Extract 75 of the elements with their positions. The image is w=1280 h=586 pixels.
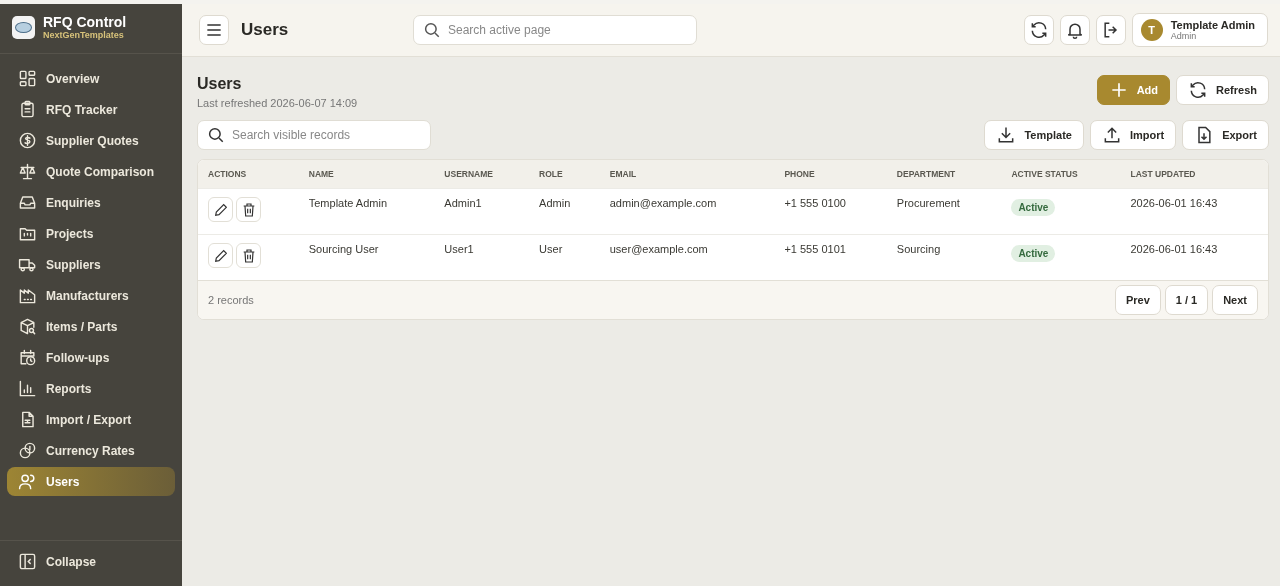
column-header: NAME <box>298 160 435 189</box>
table-cell: Admin1 <box>434 188 530 235</box>
calendar-icon <box>18 348 37 367</box>
pencil-icon <box>212 201 229 218</box>
table-cell: +1 555 0100 <box>774 188 887 235</box>
delete-button[interactable] <box>236 197 261 222</box>
dollar-icon <box>18 131 37 150</box>
grid-icon <box>18 69 37 88</box>
user-menu[interactable]: T Template Admin Admin <box>1131 13 1268 47</box>
scale-icon <box>18 162 37 181</box>
sidebar-item[interactable]: Currency Rates <box>7 436 175 465</box>
records-search-field[interactable]: Search visible records <box>197 120 431 150</box>
next-button[interactable]: Next <box>1212 285 1258 315</box>
sidebar-item[interactable]: Quote Comparison <box>7 157 175 186</box>
sidebar-item[interactable]: Supplier Quotes <box>7 126 175 155</box>
box-icon <box>18 317 37 336</box>
template-button[interactable]: Template <box>984 120 1084 150</box>
sidebar-item[interactable]: RFQ Tracker <box>7 95 175 124</box>
sidebar-item[interactable]: Items / Parts <box>7 312 175 341</box>
sidebar-item[interactable]: Enquiries <box>7 188 175 217</box>
column-header: ACTIONS <box>198 160 299 189</box>
page-title: Users <box>197 75 243 93</box>
clipboard-icon <box>18 100 37 119</box>
app-subtitle: NextGenTemplates <box>43 30 125 40</box>
sidebar-item[interactable]: Projects <box>7 219 175 248</box>
logo-icon <box>12 15 35 39</box>
inbox-icon <box>18 193 37 212</box>
status-badge: Active <box>1011 199 1056 216</box>
export-button[interactable]: Export <box>1182 120 1269 150</box>
factory-icon <box>18 286 37 305</box>
record-count: 2 records <box>208 294 254 306</box>
import-button[interactable]: Import <box>1089 120 1177 150</box>
sidebar-item[interactable]: Import / Export <box>7 405 175 434</box>
table-cell: Admin <box>529 188 600 235</box>
user-name: Template Admin <box>1170 19 1255 31</box>
edit-button[interactable] <box>208 197 233 222</box>
app-title: RFQ Control <box>43 14 127 30</box>
menu-button[interactable] <box>199 15 229 45</box>
sidebar-item[interactable]: Reports <box>7 374 175 403</box>
column-header: LAST UPDATED <box>1120 160 1268 189</box>
coins-icon <box>18 441 37 460</box>
pencil-icon <box>212 247 229 264</box>
column-header: ROLE <box>529 160 600 189</box>
column-header: ACTIVE STATUS <box>1001 160 1121 189</box>
delete-button[interactable] <box>236 243 261 268</box>
logout-button[interactable] <box>1095 15 1126 45</box>
column-header: DEPARTMENT <box>886 160 1002 189</box>
users-icon <box>18 472 37 491</box>
page-heading: Users <box>241 20 290 40</box>
table-cell: Template Admin <box>298 188 435 235</box>
edit-button[interactable] <box>208 243 233 268</box>
table-cell: Procurement <box>886 188 1002 235</box>
collapse-button[interactable]: Collapse <box>7 547 175 576</box>
column-header: USERNAME <box>434 160 530 189</box>
status-badge: Active <box>1011 245 1056 262</box>
table-cell: admin@example.com <box>599 188 775 235</box>
table-cell: 2026-06-01 16:43 <box>1120 188 1268 235</box>
sidebar-item[interactable]: Manufacturers <box>7 281 175 310</box>
bar-chart-icon <box>18 379 37 398</box>
sidebar-item[interactable]: Users <box>7 467 175 496</box>
sidebar-item[interactable]: Follow-ups <box>7 343 175 372</box>
sidebar-item[interactable]: Suppliers <box>7 250 175 279</box>
column-header: PHONE <box>774 160 887 189</box>
prev-button[interactable]: Prev <box>1114 285 1161 315</box>
column-header: EMAIL <box>599 160 775 189</box>
collapse-icon <box>18 552 37 571</box>
page-indicator[interactable]: 1 / 1 <box>1164 285 1209 315</box>
sidebar-item[interactable]: Overview <box>7 64 175 93</box>
refresh-button[interactable]: Refresh <box>1176 75 1269 105</box>
user-role: Admin <box>1170 31 1197 41</box>
search-field[interactable]: Search active page <box>413 15 697 45</box>
last-refreshed-text: Last refreshed 2026-06-07 14:09 <box>197 97 358 109</box>
notifications-button[interactable] <box>1059 15 1090 45</box>
avatar: T <box>1140 19 1163 41</box>
refresh-button[interactable] <box>1023 15 1054 45</box>
